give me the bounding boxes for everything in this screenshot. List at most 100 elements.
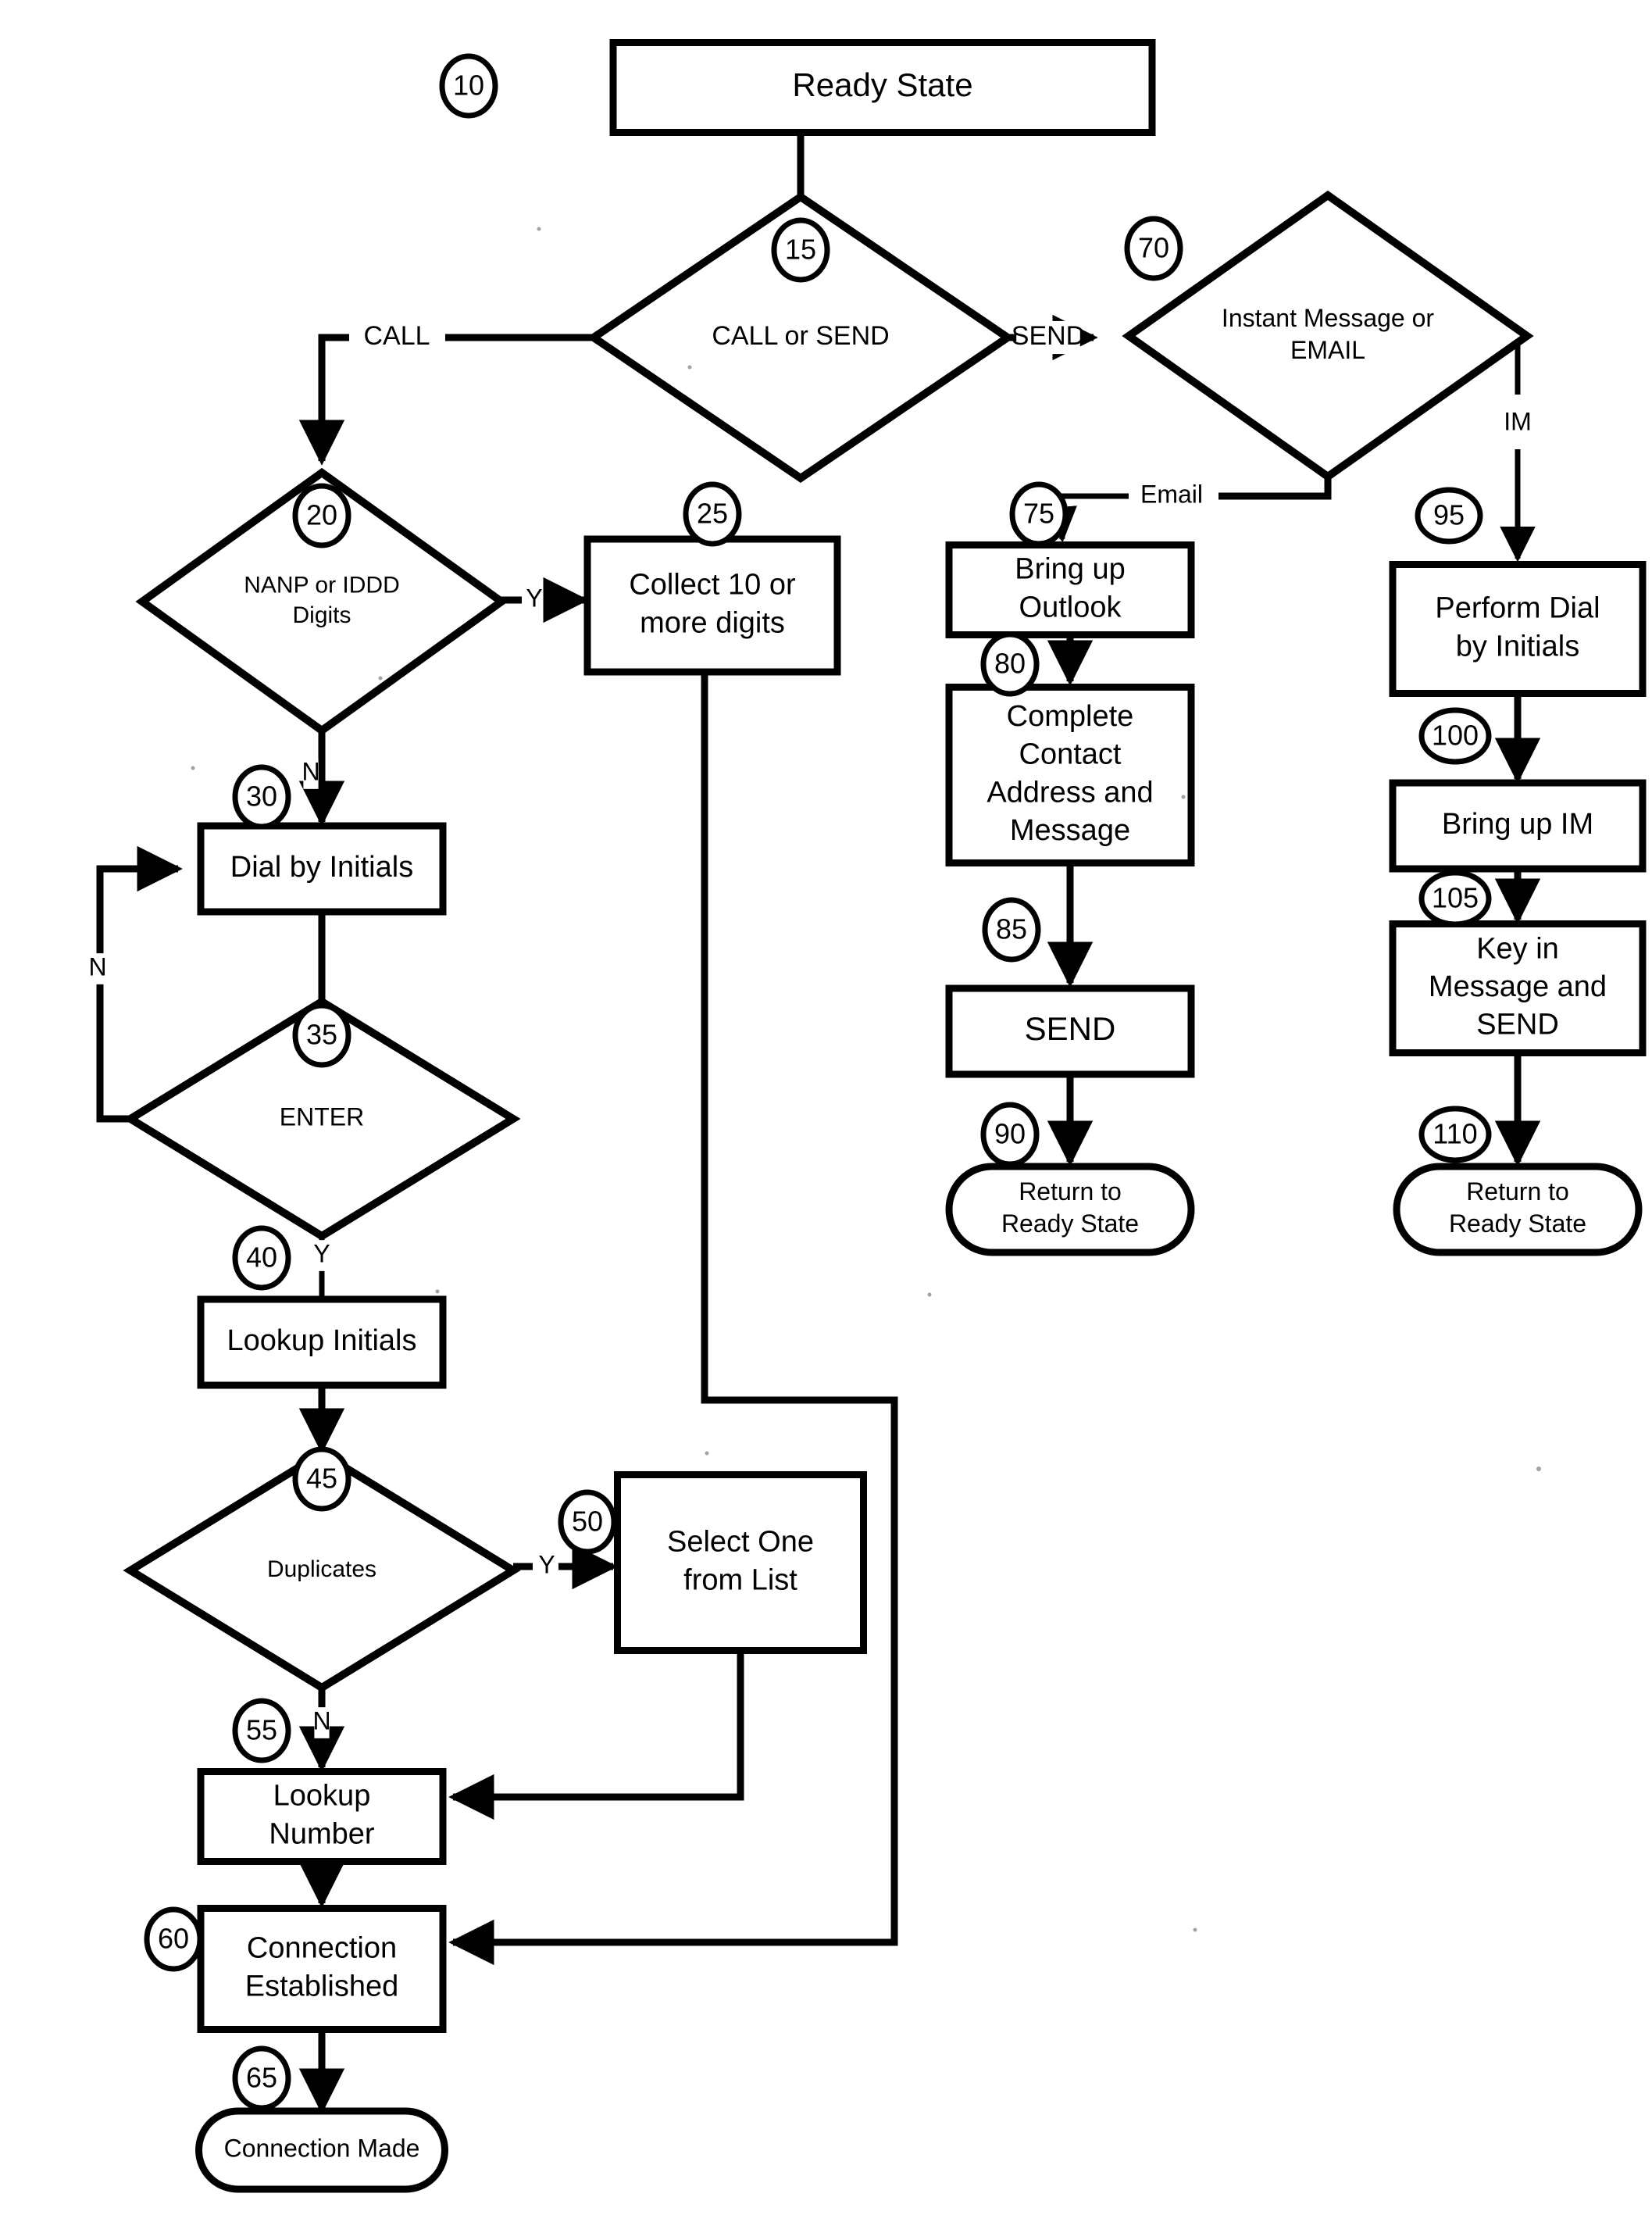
node-label: Perform Dial [1435, 592, 1600, 625]
node-label: Bring up [1015, 553, 1126, 586]
node-label: Contact [1019, 738, 1122, 771]
flowchart-canvas: Ready State CALL or SEND Instant Message o… [88, 39, 1647, 2193]
node-lookup-number: Lookup Number [197, 1768, 447, 1865]
node-label: Bring up IM [1442, 808, 1593, 841]
node-label: Duplicates [267, 1556, 376, 1582]
node-key-in-message-and-send: Key in Message and SEND [1389, 920, 1647, 1056]
edge-label-y: Y [313, 1239, 330, 1267]
reference-number-label: 65 [246, 2062, 277, 2094]
node-label: Complete [1007, 700, 1134, 733]
reference-number-label: 25 [697, 498, 728, 530]
edge-label-n: N [301, 757, 319, 785]
reference-number-label: 40 [246, 1241, 277, 1274]
node-label: Collect 10 or [629, 569, 796, 602]
reference-number-20: 20 [292, 483, 351, 548]
reference-number-15: 15 [771, 217, 830, 283]
reference-number-label: 110 [1433, 1118, 1477, 1150]
reference-number-label: 105 [1432, 882, 1479, 914]
node-label: Message and [1429, 970, 1607, 1003]
node-bring-up-im: Bring up IM [1389, 779, 1647, 873]
node-instant-message-or-email: Instant Message or EMAIL [1122, 190, 1534, 482]
node-send: SEND [945, 984, 1195, 1078]
reference-number-80: 80 [980, 631, 1040, 697]
node-collect-10-or-more-digits: Collect 10 or more digits [583, 535, 841, 676]
node-return-to-ready-state: Return to Ready State [945, 1163, 1195, 1256]
node-label: NANP or IDDD [244, 573, 399, 598]
edge-label-n: N [312, 1706, 330, 1734]
node-lookup-initials: Lookup Initials [197, 1295, 447, 1389]
edge-call-to-nanp [298, 334, 349, 466]
node-label: Connection Made [224, 2134, 420, 2162]
reference-number-65: 65 [232, 2045, 291, 2111]
reference-number-label: 20 [306, 499, 337, 531]
node-complete-contact-address-and-message: Complete Contact Address and Message [945, 684, 1195, 866]
reference-number-label: 35 [306, 1019, 337, 1051]
process-shape [197, 1905, 447, 2033]
node-label: by Initials [1456, 630, 1579, 663]
reference-number-label: 10 [453, 70, 484, 102]
node-label: Digits [292, 602, 351, 628]
node-perform-dial-by-initials: Perform Dial by Initials [1389, 561, 1647, 697]
edge-label-email: Email [1140, 480, 1203, 508]
node-label: Return to [1019, 1177, 1122, 1206]
reference-number-label: 95 [1433, 499, 1465, 531]
process-shape [614, 1471, 867, 1654]
reference-number-60: 60 [144, 1906, 203, 1972]
node-label: ENTER [280, 1102, 364, 1131]
edge-select-one-to-lookup-number [448, 1651, 744, 1820]
node-label: Instant Message or [1222, 304, 1434, 332]
reference-number-25: 25 [683, 481, 742, 547]
edge-label-y: Y [526, 584, 542, 612]
node-label: CALL or SEND [712, 321, 889, 351]
node-select-one-from-list: Select One from List [614, 1471, 867, 1654]
node-label: Message [1010, 814, 1130, 847]
edge-label-y: Y [538, 1550, 555, 1578]
node-label: Connection [247, 1932, 397, 1965]
reference-number-110: 110 [1418, 1106, 1492, 1163]
node-bring-up-outlook: Bring up Outlook [945, 541, 1195, 638]
reference-number-45: 45 [292, 1446, 351, 1512]
reference-number-75: 75 [1009, 481, 1069, 547]
reference-number-label: 55 [246, 1714, 277, 1746]
node-label: from List [683, 1563, 797, 1596]
edge-label-call: CALL [363, 321, 430, 351]
node-dial-by-initials: Dial by Initials [197, 822, 447, 916]
node-ready-state: Ready State [609, 39, 1156, 136]
reference-number-90: 90 [980, 1102, 1040, 1167]
reference-number-label: 70 [1138, 232, 1169, 264]
reference-number-95: 95 [1415, 487, 1483, 545]
edge-label-n: N [88, 952, 106, 981]
edge-label-im: IM [1504, 407, 1532, 435]
node-label: Ready State [1449, 1209, 1586, 1238]
process-shape [583, 535, 841, 676]
reference-number-50: 50 [558, 1489, 617, 1555]
reference-number-label: 75 [1023, 498, 1054, 530]
node-label: Select One [667, 1526, 814, 1559]
reference-number-label: 30 [246, 781, 277, 813]
node-label: Number [269, 1817, 374, 1850]
nodes-layer: Ready State CALL or SEND Instant Message o… [123, 39, 1647, 2193]
node-label: Address and [987, 776, 1153, 809]
reference-number-label: 60 [158, 1923, 189, 1955]
node-label: SEND [1025, 1010, 1116, 1047]
reference-number-10: 10 [439, 53, 498, 119]
reference-number-30: 30 [232, 764, 291, 830]
node-return-to-ready-state: Return to Ready State [1393, 1163, 1643, 1256]
node-label: Established [245, 1970, 398, 2002]
reference-number-70: 70 [1124, 216, 1183, 281]
reference-number-40: 40 [232, 1225, 291, 1291]
reference-number-label: 15 [785, 234, 816, 266]
node-connection-made: Connection Made [195, 2107, 448, 2193]
edge-imemail-email-branch [1218, 477, 1332, 500]
reference-number-100: 100 [1418, 707, 1492, 765]
node-label: more digits [640, 606, 785, 639]
node-label: Outlook [1019, 591, 1122, 623]
node-label: SEND [1476, 1009, 1559, 1041]
reference-number-label: 50 [572, 1506, 603, 1538]
reference-number-55: 55 [232, 1698, 291, 1763]
reference-number-105: 105 [1418, 870, 1492, 927]
reference-number-label: 45 [306, 1463, 337, 1495]
reference-number-label: 80 [994, 648, 1026, 680]
process-shape [1389, 561, 1647, 697]
node-label: Lookup [273, 1780, 371, 1813]
